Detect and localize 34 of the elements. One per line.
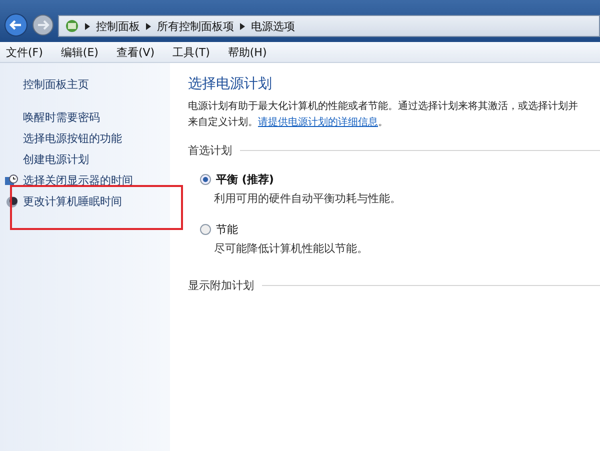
page-title: 选择电源计划	[188, 75, 273, 93]
control-panel-icon	[65, 19, 79, 33]
clock-icon	[5, 174, 18, 187]
plan-name: 节能	[216, 222, 238, 237]
breadcrumb[interactable]: 电源选项	[251, 18, 295, 34]
sidebar-link[interactable]: 创建电源计划	[23, 152, 89, 167]
breadcrumb[interactable]: 所有控制面板项	[157, 18, 234, 34]
plan-description: 尽可能降低计算机性能以节能。	[214, 241, 369, 256]
sidebar-link[interactable]: 选择关闭显示器的时间	[23, 173, 133, 188]
plan-description: 利用可用的硬件自动平衡功耗与性能。	[214, 191, 402, 206]
sidebar-link[interactable]: 更改计算机睡眠时间	[23, 194, 122, 209]
sidebar-link[interactable]: 唤醒时需要密码	[23, 110, 100, 125]
group-label: 首选计划	[188, 143, 232, 158]
sidebar-link[interactable]: 控制面板主页	[23, 77, 170, 92]
chevron-icon	[240, 22, 245, 30]
menu-item[interactable]: 帮助(H)	[228, 44, 267, 60]
moon-icon	[6, 196, 18, 208]
details-link[interactable]: 请提供电源计划的详细信息	[258, 117, 378, 128]
chevron-icon	[146, 22, 151, 30]
description: 电源计划有助于最大化计算机的性能或者节能。通过选择计划来将其激活，或选择计划并 来自定义计划。请提供电源计划的详细信息。	[188, 100, 579, 130]
address-bar[interactable]: 控制面板 所有控制面板项 电源选项	[58, 15, 600, 37]
expand-label[interactable]: 显示附加计划	[188, 278, 254, 293]
breadcrumb[interactable]: 控制面板	[96, 18, 140, 34]
forward-button[interactable]	[31, 13, 55, 37]
back-button[interactable]	[4, 13, 28, 37]
sidebar-link[interactable]: 选择电源按钮的功能	[23, 131, 122, 146]
radio-button[interactable]	[200, 224, 211, 235]
menu-item[interactable]: 文件(F)	[6, 44, 43, 60]
menu-item[interactable]: 查看(V)	[116, 44, 155, 60]
chevron-icon	[85, 22, 90, 30]
menu-item[interactable]: 工具(T)	[172, 44, 210, 60]
radio-button[interactable]	[200, 174, 211, 185]
plan-name: 平衡 (推荐)	[216, 172, 274, 187]
menu-item[interactable]: 编辑(E)	[60, 44, 98, 60]
